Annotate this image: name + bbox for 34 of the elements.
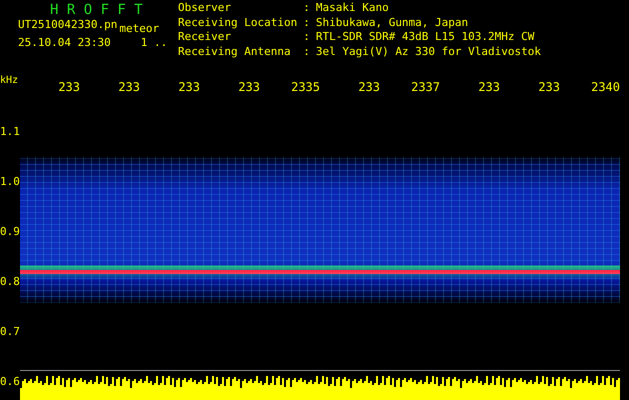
counter-text: 1 .. — [140, 36, 168, 50]
time-label: 2335 — [291, 80, 320, 94]
time-label: 233 — [238, 80, 260, 94]
detection-tag: meteor — [119, 18, 160, 36]
time-label: 233 — [58, 80, 80, 94]
field-separator: : — [303, 46, 310, 60]
field-separator: : — [303, 31, 310, 45]
field-value: 3el Yagi(V) Az 330 for Vladivostok — [316, 46, 542, 60]
time-label: 233 — [478, 80, 500, 94]
time-label: 233 — [358, 80, 380, 94]
field-separator: : — [303, 16, 310, 30]
file-name: UT2510042330.pn — [18, 18, 118, 33]
frequency-label: 1.0 — [0, 174, 20, 188]
frequency-label: 0.6 — [0, 374, 20, 388]
app-title: H R O F F T — [49, 2, 144, 18]
time-label: 233 — [538, 80, 560, 94]
frequency-label: 1.1 — [0, 124, 20, 138]
time-label: 2337 — [411, 80, 440, 94]
field-label: Receiver — [178, 31, 232, 45]
field-label: Observer — [178, 2, 232, 16]
frequency-label: 0.7 — [0, 324, 20, 338]
field-value: Shibukawa, Gunma, Japan — [316, 16, 470, 30]
field-separator: : — [303, 2, 310, 16]
frequency-label: 0.9 — [0, 224, 20, 238]
frequency-label: 0.8 — [0, 274, 20, 288]
time-label: 2340 — [591, 80, 620, 94]
date-time: 25.10.04 23:30 — [18, 36, 111, 50]
field-value: RTL-SDR SDR# 43dB L15 103.2MHz CW — [316, 31, 536, 45]
field-value: Masaki Kano — [316, 2, 390, 16]
field-label: Receiving Antenna — [178, 46, 292, 60]
time-label: 233 — [118, 80, 140, 94]
unit-label: kHz — [0, 75, 20, 88]
time-label: 233 — [178, 80, 200, 94]
field-label: Receiving Location — [178, 16, 298, 30]
